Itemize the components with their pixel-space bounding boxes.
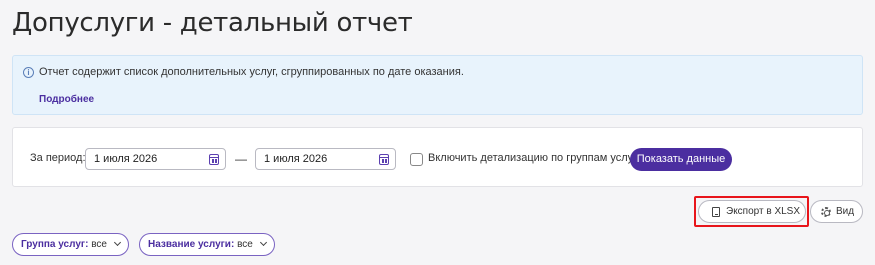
date-to-value: 1 июля 2026: [264, 153, 328, 165]
detail-checkbox-label[interactable]: Включить детализацию по группам услуг: [428, 152, 637, 164]
export-label: Экспорт в XLSX: [726, 206, 801, 217]
info-text: Отчет содержит список дополнительных усл…: [39, 66, 464, 78]
chip-service-name[interactable]: Название услуги: все: [139, 233, 275, 256]
view-button[interactable]: Вид: [810, 200, 863, 223]
chip-key: Название услуги:: [148, 239, 235, 250]
calendar-icon[interactable]: [379, 154, 389, 165]
chevron-down-icon: [113, 238, 121, 247]
gear-icon: [821, 207, 831, 217]
date-from-input[interactable]: 1 июля 2026: [85, 148, 226, 170]
view-label: Вид: [836, 206, 855, 217]
show-data-button[interactable]: Показать данные: [630, 148, 732, 171]
info-banner: i Отчет содержит список дополнительных у…: [12, 55, 863, 115]
more-link[interactable]: Подробнее: [39, 94, 94, 105]
filter-panel: За период: 1 июля 2026 — 1 июля 2026 Вкл…: [12, 127, 863, 187]
info-icon: i: [23, 67, 34, 78]
chip-key: Группа услуг:: [21, 239, 89, 250]
date-from-value: 1 июля 2026: [94, 153, 158, 165]
chip-value: все: [237, 239, 253, 250]
chevron-down-icon: [259, 238, 267, 247]
period-label: За период:: [30, 152, 86, 164]
detail-checkbox[interactable]: [410, 153, 423, 166]
export-xlsx-button[interactable]: Экспорт в XLSX: [698, 200, 806, 223]
date-to-input[interactable]: 1 июля 2026: [255, 148, 396, 170]
calendar-icon[interactable]: [209, 154, 219, 165]
chip-service-group[interactable]: Группа услуг: все: [12, 233, 129, 256]
date-separator: —: [235, 152, 247, 166]
page-title: Допуслуги - детальный отчет: [12, 8, 413, 38]
chip-value: все: [91, 239, 107, 250]
file-export-icon: [712, 207, 720, 217]
